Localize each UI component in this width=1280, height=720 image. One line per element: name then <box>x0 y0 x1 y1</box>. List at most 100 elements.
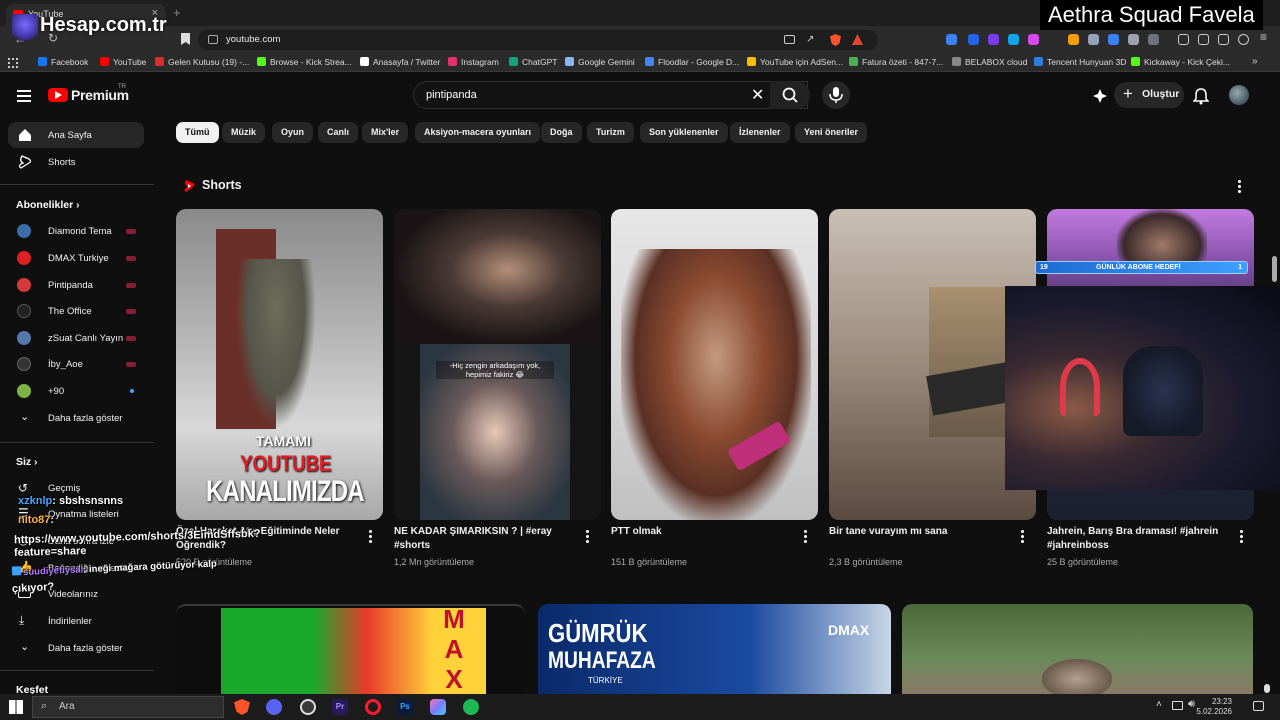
site-info-icon[interactable] <box>208 35 218 44</box>
subscription-item[interactable]: İby_Aoe <box>8 351 144 377</box>
spotify-taskbar-icon[interactable] <box>463 699 479 715</box>
bookmark-item[interactable]: Fatura özeti - 847-7... <box>849 57 943 67</box>
bookmark-item[interactable]: Browse - Kick Strea... <box>257 57 352 67</box>
show-more-you[interactable]: ⌄ Daha fazla göster <box>8 635 144 661</box>
extension-icon[interactable] <box>1028 34 1039 45</box>
notifications-bell-icon[interactable] <box>1193 87 1209 105</box>
taskbar-search-input[interactable]: ⌕ Ara <box>32 696 224 718</box>
extension-icon[interactable] <box>1108 34 1119 45</box>
chip-mixes[interactable]: Mix'ler <box>362 122 409 143</box>
extension-icon[interactable] <box>968 34 979 45</box>
subscriptions-header[interactable]: Abonelikler › <box>16 199 79 211</box>
youtube-logo-icon[interactable] <box>48 88 68 102</box>
subscription-item[interactable]: zSuat Canlı Yayın <box>8 325 144 351</box>
short-menu-icon[interactable] <box>586 530 590 545</box>
photoshop-taskbar-icon[interactable]: Ps <box>397 699 413 715</box>
brave-taskbar-icon[interactable] <box>234 699 250 715</box>
short-title[interactable]: NE KADAR ŞIMARIKSIN ? | #eray #shorts <box>394 525 574 553</box>
bookmark-item[interactable]: Instagram <box>448 57 499 67</box>
video-thumbnail[interactable]: GÜMRÜK MUHAFAZA TÜRKİYE DMAX <box>538 604 891 694</box>
premiere-taskbar-icon[interactable]: Pr <box>332 699 348 715</box>
create-button[interactable]: + Oluştur <box>1114 82 1184 108</box>
short-thumbnail[interactable] <box>611 209 818 520</box>
chip-gaming[interactable]: Oyun <box>272 122 314 143</box>
clock[interactable]: 23:23 5.02.2026 <box>1196 697 1232 717</box>
extension-icon[interactable] <box>946 34 957 45</box>
bookmark-item[interactable]: YouTube <box>100 57 146 67</box>
short-menu-icon[interactable] <box>1021 530 1025 545</box>
share-icon[interactable]: ↗ <box>806 34 814 45</box>
chip-music[interactable]: Müzik <box>222 122 266 143</box>
show-more-subscriptions[interactable]: ⌄ Daha fazla göster <box>8 405 144 431</box>
vpn-icon[interactable] <box>1238 34 1249 45</box>
clear-search-icon[interactable]: ✕ <box>751 85 764 105</box>
apps-grid-icon[interactable] <box>8 58 18 68</box>
bookmark-item[interactable]: Kickaway - Kick Çeki... <box>1131 57 1230 67</box>
video-thumbnail[interactable]: MAX <box>176 604 525 694</box>
scrollbar-thumb[interactable] <box>1272 256 1277 282</box>
photos-taskbar-icon[interactable] <box>430 699 446 715</box>
brave-shield-icon[interactable] <box>830 34 841 46</box>
wallet-icon[interactable] <box>1198 34 1209 45</box>
chip-tourism[interactable]: Turizm <box>587 122 634 143</box>
network-icon[interactable] <box>1172 701 1183 710</box>
chip-nature[interactable]: Doğa <box>541 122 582 143</box>
more-bookmarks-icon[interactable]: » <box>1252 56 1258 67</box>
cast-or-ai-icon[interactable] <box>1093 89 1107 103</box>
chip-recently-uploaded[interactable]: Son yüklenenler <box>640 122 728 143</box>
notification-center-icon[interactable] <box>1253 701 1264 711</box>
subscription-item[interactable]: Pintipanda <box>8 272 144 298</box>
bookmark-item[interactable]: Facebook <box>38 57 88 67</box>
sidebar-item-home[interactable]: Ana Sayfa <box>8 122 144 148</box>
bookmark-item[interactable]: Gelen Kutusu (19) -... <box>155 57 249 67</box>
short-thumbnail[interactable]: -Hiç zengin arkadaşım yok, hepimiz fakir… <box>394 209 601 520</box>
extension-icon[interactable] <box>1068 34 1079 45</box>
install-app-icon[interactable] <box>784 35 795 44</box>
bookmark-icon[interactable] <box>181 33 190 45</box>
short-thumbnail[interactable]: TAMAMI YOUTUBE KANALIMIZDA <box>176 209 383 520</box>
bookmark-item[interactable]: Floodlar - Google D... <box>645 57 739 67</box>
bookmark-item[interactable]: Google Gemini <box>565 57 635 67</box>
bookmark-item[interactable]: ChatGPT <box>509 57 557 67</box>
account-avatar[interactable] <box>1229 85 1249 105</box>
sidebar-item-downloads[interactable]: ⤓ İndirilenler <box>8 608 144 634</box>
bookmark-item[interactable]: Anasayfa / Twitter <box>360 57 440 67</box>
short-menu-icon[interactable] <box>804 530 808 545</box>
voice-search-button[interactable] <box>822 81 850 109</box>
short-menu-icon[interactable] <box>1240 530 1244 545</box>
subscription-item[interactable]: Diamond Tema <box>8 218 144 244</box>
subscription-item[interactable]: +90 <box>8 378 144 404</box>
bookmark-item[interactable]: Tencent Hunyuan 3D <box>1034 57 1126 67</box>
extension-icon[interactable] <box>1148 34 1159 45</box>
windows-start-icon[interactable] <box>9 700 23 714</box>
mic-tray-icon[interactable] <box>1264 684 1270 693</box>
menu-icon[interactable]: ≡ <box>1260 30 1267 44</box>
video-thumbnail[interactable] <box>902 604 1253 694</box>
discord-taskbar-icon[interactable] <box>266 699 282 715</box>
extensions-puzzle-icon[interactable] <box>1128 34 1139 45</box>
url-field[interactable]: youtube.com ↗ <box>198 30 878 50</box>
opera-taskbar-icon[interactable] <box>365 699 381 715</box>
extension-icon[interactable] <box>988 34 999 45</box>
extension-icon[interactable] <box>1088 34 1099 45</box>
chip-all[interactable]: Tümü <box>176 122 219 143</box>
hamburger-menu-icon[interactable] <box>17 90 31 105</box>
subscription-item[interactable]: DMAX Turkiye <box>8 245 144 271</box>
chip-new-to-you[interactable]: Yeni öneriler <box>795 122 868 143</box>
sidebar-toggle-icon[interactable] <box>1178 34 1189 45</box>
extension-icon[interactable] <box>1008 34 1019 45</box>
tray-chevron-icon[interactable]: ˄ <box>1156 699 1162 710</box>
sidebar-item-shorts[interactable]: Shorts <box>8 149 144 175</box>
bookmark-item[interactable]: YouTube için AdSen... <box>747 57 843 67</box>
volume-icon[interactable]: 🔊︎ <box>1188 698 1195 711</box>
chip-watched[interactable]: İzlenenler <box>730 122 790 143</box>
chip-action-adventure[interactable]: Aksiyon-macera oyunları <box>415 122 541 143</box>
brave-rewards-icon[interactable] <box>852 34 863 45</box>
extension-icon[interactable] <box>1218 34 1229 45</box>
short-title[interactable]: Jahrein, Barış Bra draması! #jahrein #ja… <box>1047 525 1227 553</box>
chip-live[interactable]: Canlı <box>318 122 359 143</box>
search-input[interactable]: pintipanda <box>413 81 808 109</box>
subscription-item[interactable]: The Office <box>8 298 144 324</box>
new-tab-icon[interactable]: + <box>173 5 181 20</box>
search-button[interactable] <box>770 81 810 109</box>
